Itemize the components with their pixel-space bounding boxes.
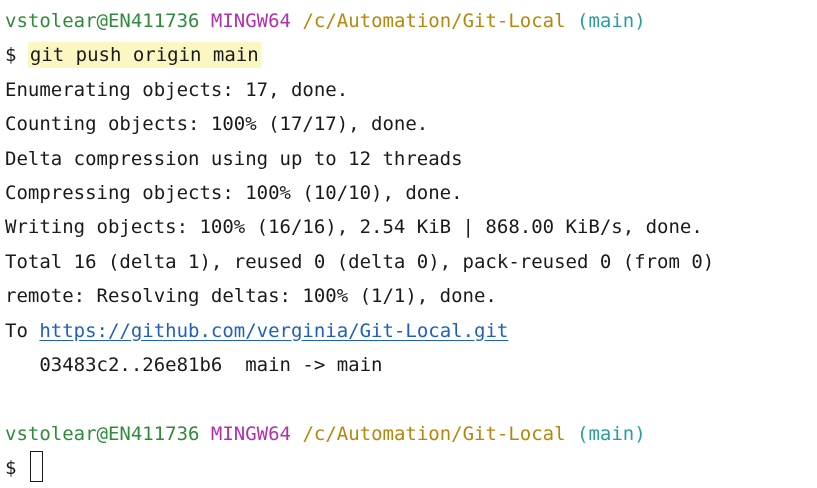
prompt-system: MINGW64 — [210, 10, 291, 32]
ref-update-line: 03483c2..26e81b6 main -> main — [5, 353, 383, 376]
command-text[interactable]: git push origin main — [27, 42, 261, 69]
remote-url-link[interactable]: https://github.com/verginia/Git-Local.gi… — [39, 320, 508, 342]
prompt-user: vstolear@EN411736 — [5, 10, 200, 32]
output-line: Counting objects: 100% (17/17), done. — [5, 113, 429, 136]
output-line: Enumerating objects: 17, done. — [5, 78, 349, 101]
prompt-line: vstolear@EN411736 MINGW64 /c/Automation/… — [5, 4, 813, 38]
prompt-system: MINGW64 — [210, 422, 291, 445]
text-cursor[interactable] — [29, 451, 43, 483]
prompt-branch: (main) — [577, 10, 646, 32]
prompt-line: vstolear@EN411736 MINGW64 /c/Automation/… — [5, 417, 813, 451]
output-line: Delta compression using up to 12 threads — [5, 147, 463, 170]
terminal-window[interactable]: vstolear@EN411736 MINGW64 /c/Automation/… — [5, 4, 813, 485]
output-line: Writing objects: 100% (16/16), 2.54 KiB … — [5, 216, 703, 239]
prompt-symbol: $ — [5, 44, 17, 67]
remote-prefix: To — [5, 319, 40, 342]
output-line: remote: Resolving deltas: 100% (1/1), do… — [5, 285, 497, 308]
remote-line: To https://github.com/verginia/Git-Local… — [5, 314, 813, 348]
prompt-path: /c/Automation/Git-Local — [302, 422, 566, 445]
output-line: Total 16 (delta 1), reused 0 (delta 0), … — [5, 250, 715, 273]
prompt-user: vstolear@EN411736 — [5, 422, 200, 445]
prompt-branch: (main) — [577, 422, 646, 445]
prompt-symbol: $ — [5, 457, 17, 480]
command-line: $ git push origin main — [5, 38, 813, 72]
output-line: Compressing objects: 100% (10/10), done. — [5, 181, 463, 204]
input-line[interactable]: $ — [5, 451, 813, 485]
prompt-path: /c/Automation/Git-Local — [302, 10, 566, 32]
